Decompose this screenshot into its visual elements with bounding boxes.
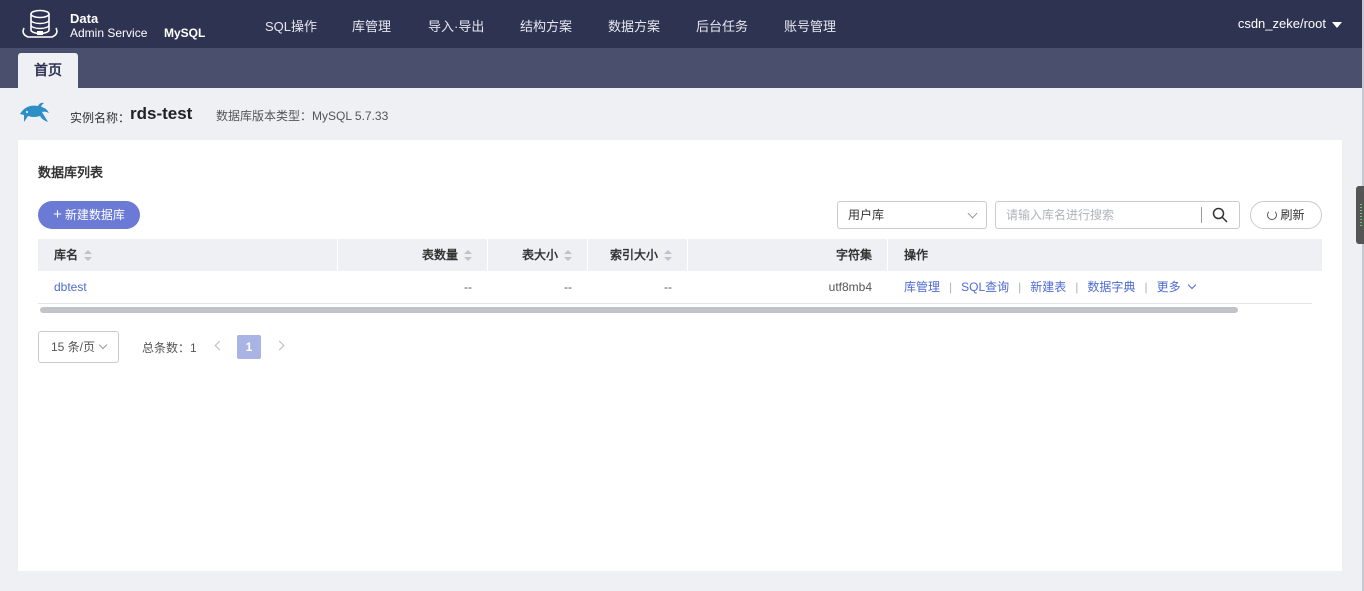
- chevron-down-icon: [967, 208, 978, 219]
- table-header: 库名 表数量 表大小 索引大小 字符集 操作: [38, 239, 1322, 271]
- action-sql-query[interactable]: SQL查询: [961, 280, 1009, 294]
- app-logo[interactable]: Data Admin Service MySQL: [20, 8, 220, 42]
- top-navbar: Data Admin Service MySQL SQL操作 库管理 导入·导出…: [0, 0, 1362, 48]
- instance-header: 实例名称： rds-test 数据库版本类型：MySQL 5.7.33: [18, 98, 618, 130]
- col-table-count-header[interactable]: 表数量: [422, 239, 472, 271]
- caret-down-icon: [1332, 21, 1342, 28]
- divider: |: [949, 280, 953, 294]
- nav-background-tasks[interactable]: 后台任务: [696, 16, 748, 35]
- charset-cell: utf8mb4: [828, 280, 872, 294]
- instance-version: 数据库版本类型：MySQL 5.7.33: [216, 109, 389, 123]
- sort-icon[interactable]: [564, 249, 572, 262]
- database-type-select[interactable]: 用户库: [837, 201, 987, 229]
- action-data-dictionary[interactable]: 数据字典: [1087, 280, 1135, 294]
- brand-subtitle: Admin Service: [70, 26, 148, 40]
- index-size-cell: --: [664, 280, 672, 294]
- side-drawer-handle[interactable]: [1356, 186, 1364, 244]
- column-divider: [337, 239, 338, 271]
- database-logo-icon: [22, 9, 58, 38]
- search-divider: [1201, 207, 1202, 223]
- database-type-value: 用户库: [848, 208, 885, 222]
- search-icon[interactable]: [1212, 207, 1228, 223]
- new-database-label: 新建数据库: [64, 208, 125, 222]
- table-size-cell: --: [564, 280, 572, 294]
- instance-name: rds-test: [130, 104, 193, 123]
- tab-home[interactable]: 首页: [18, 53, 78, 88]
- tab-bar: 首页: [0, 48, 1362, 88]
- nav-data-plan[interactable]: 数据方案: [608, 16, 660, 35]
- nav-schema-plan[interactable]: 结构方案: [520, 16, 572, 35]
- prev-page-icon[interactable]: [214, 340, 225, 351]
- database-list-panel: 数据库列表 +新建数据库 用户库 刷新 库名 表数量 表大小 索引大小 字符集 …: [18, 140, 1342, 571]
- action-new-table[interactable]: 新建表: [1030, 280, 1066, 294]
- actions-cell: 库管理 | SQL查询 | 新建表 | 数据字典 | 更多: [904, 271, 1196, 304]
- new-database-button[interactable]: + 新建数据库: [38, 201, 140, 229]
- refresh-button[interactable]: 刷新: [1250, 201, 1322, 229]
- col-table-size-header[interactable]: 表大小: [522, 239, 572, 271]
- col-table-size-label: 表大小: [521, 248, 558, 262]
- chevron-down-icon: [98, 340, 108, 350]
- col-actions-header: 操作: [904, 248, 929, 262]
- chevron-down-icon: [1187, 280, 1196, 290]
- column-divider: [887, 239, 888, 271]
- brand-engine: MySQL: [164, 26, 206, 40]
- table-row: dbtest -- -- -- utf8mb4 库管理 | SQL查询 | 新建表 | 数据…: [38, 271, 1312, 304]
- sort-icon[interactable]: [664, 249, 672, 262]
- grip-icon: [1360, 204, 1362, 226]
- database-name-link[interactable]: dbtest: [54, 271, 87, 304]
- page-size-value: 15 条/页: [51, 340, 96, 354]
- col-name-label: 库名: [54, 248, 79, 262]
- refresh-icon: [1267, 210, 1278, 220]
- action-manage-db[interactable]: 库管理: [904, 280, 940, 294]
- user-menu[interactable]: csdn_zeke/root: [1238, 16, 1342, 31]
- column-divider: [687, 239, 688, 271]
- brand-title: Data: [70, 11, 99, 26]
- user-name: csdn_zeke/root: [1237, 16, 1326, 31]
- table-count-cell: --: [464, 280, 472, 294]
- sort-icon[interactable]: [84, 249, 93, 262]
- nav-account-management[interactable]: 账号管理: [784, 16, 836, 35]
- nav-import-export[interactable]: 导入·导出: [428, 16, 484, 35]
- divider: |: [1075, 280, 1079, 294]
- next-page-icon[interactable]: [274, 340, 285, 351]
- action-more-label: 更多: [1156, 280, 1181, 294]
- col-index-size-header[interactable]: 索引大小: [610, 239, 672, 271]
- col-index-size-label: 索引大小: [609, 248, 658, 262]
- nav-sql-operations[interactable]: SQL操作: [265, 16, 317, 35]
- panel-title: 数据库列表: [38, 165, 104, 180]
- col-table-count-label: 表数量: [421, 248, 458, 262]
- page-number-current[interactable]: 1: [237, 335, 261, 359]
- divider: |: [1018, 280, 1022, 294]
- divider: |: [1144, 280, 1148, 294]
- total-count: 总条数：1: [142, 341, 197, 355]
- nav-database-management[interactable]: 库管理: [352, 16, 391, 35]
- page-size-select[interactable]: 15 条/页: [38, 331, 119, 363]
- search-input[interactable]: [995, 201, 1240, 229]
- action-more[interactable]: 更多: [1156, 280, 1196, 294]
- refresh-label: 刷新: [1280, 208, 1305, 222]
- mysql-dolphin-icon: [20, 102, 49, 122]
- horizontal-scrollbar[interactable]: [40, 307, 1238, 313]
- plus-icon: +: [53, 206, 62, 223]
- sort-icon[interactable]: [464, 249, 472, 262]
- col-charset-header: 字符集: [835, 248, 872, 262]
- col-name-header[interactable]: 库名: [54, 239, 93, 271]
- column-divider: [587, 239, 588, 271]
- column-divider: [487, 239, 488, 271]
- instance-label: 实例名称：: [70, 111, 131, 125]
